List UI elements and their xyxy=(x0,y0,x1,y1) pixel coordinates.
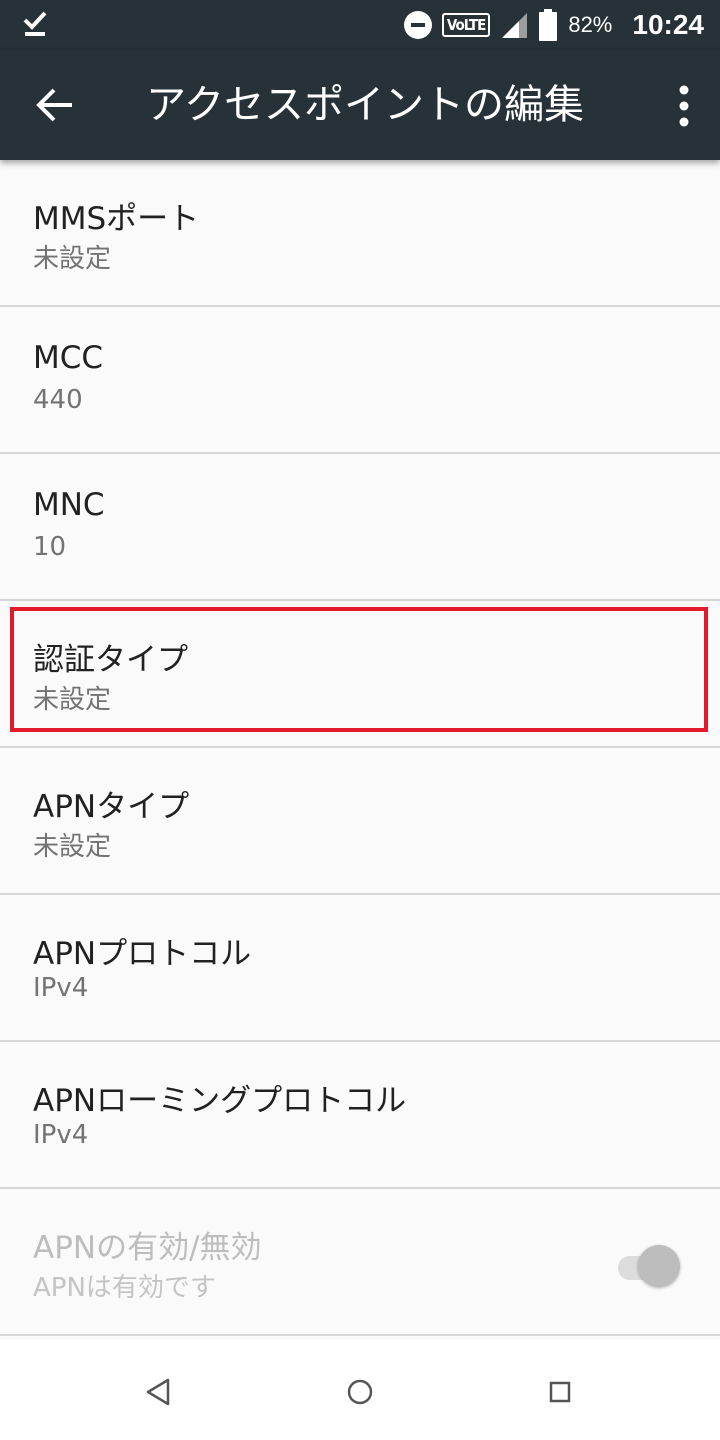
volte-icon: VoLTE xyxy=(441,13,491,37)
apn-enable-toggle xyxy=(614,1244,682,1290)
navigation-bar xyxy=(0,1340,720,1440)
setting-title: MCC xyxy=(33,340,104,376)
setting-title: APNローミングプロトコル xyxy=(33,1083,407,1119)
setting-value: 未設定 xyxy=(33,244,112,274)
settings-list: MMSポート 未設定 MCC 440 MNC 10 認証タイプ 未設定 APNタ… xyxy=(0,160,720,1336)
setting-mcc[interactable]: MCC 440 xyxy=(0,307,720,454)
more-vertical-icon[interactable] xyxy=(674,84,694,128)
arrow-left-icon[interactable] xyxy=(30,80,82,130)
setting-title: APNの有効/無効 xyxy=(33,1230,262,1266)
setting-mnc[interactable]: MNC 10 xyxy=(0,454,720,601)
setting-title: MNC xyxy=(33,487,105,523)
setting-apn-type[interactable]: APNタイプ 未設定 xyxy=(0,748,720,895)
status-bar: VoLTE 82% 10:24 xyxy=(0,0,720,50)
app-bar: アクセスポイントの編集 xyxy=(0,50,720,160)
clock: 10:24 xyxy=(632,9,704,40)
setting-mms-port[interactable]: MMSポート 未設定 xyxy=(0,160,720,307)
setting-apn-protocol[interactable]: APNプロトコル IPv4 xyxy=(0,895,720,1042)
check-icon xyxy=(23,11,47,36)
toggle-thumb xyxy=(638,1245,680,1287)
setting-value: 未設定 xyxy=(33,832,112,862)
recents-square-icon[interactable] xyxy=(548,1380,572,1404)
screen: VoLTE 82% 10:24 アクセスポイントの編集 MMSポート 未設定 M… xyxy=(0,0,720,1440)
setting-value: APNは有効です xyxy=(33,1273,216,1303)
home-circle-icon[interactable] xyxy=(346,1378,374,1406)
setting-title: APNタイプ xyxy=(33,789,190,825)
setting-value: IPv4 xyxy=(33,973,89,1003)
battery-icon xyxy=(539,9,558,41)
setting-title: APNプロトコル xyxy=(33,936,252,972)
signal-icon xyxy=(502,13,528,38)
setting-value: IPv4 xyxy=(33,1120,89,1150)
setting-value: 10 xyxy=(33,532,67,562)
setting-apn-enable: APNの有効/無効 APNは有効です xyxy=(0,1189,720,1336)
setting-auth-type[interactable]: 認証タイプ 未設定 xyxy=(0,601,720,748)
back-triangle-icon[interactable] xyxy=(144,1377,172,1407)
setting-value: 未設定 xyxy=(33,685,112,715)
setting-title: 認証タイプ xyxy=(33,642,188,678)
status-icons: VoLTE 82% 10:24 xyxy=(403,0,704,50)
setting-apn-roaming-protocol[interactable]: APNローミングプロトコル IPv4 xyxy=(0,1042,720,1189)
setting-value: 440 xyxy=(33,385,83,415)
do-not-disturb-icon xyxy=(403,11,432,39)
setting-title: MMSポート xyxy=(33,201,200,237)
battery-percent: 82% xyxy=(568,12,613,37)
page-title: アクセスポイントの編集 xyxy=(146,82,584,128)
